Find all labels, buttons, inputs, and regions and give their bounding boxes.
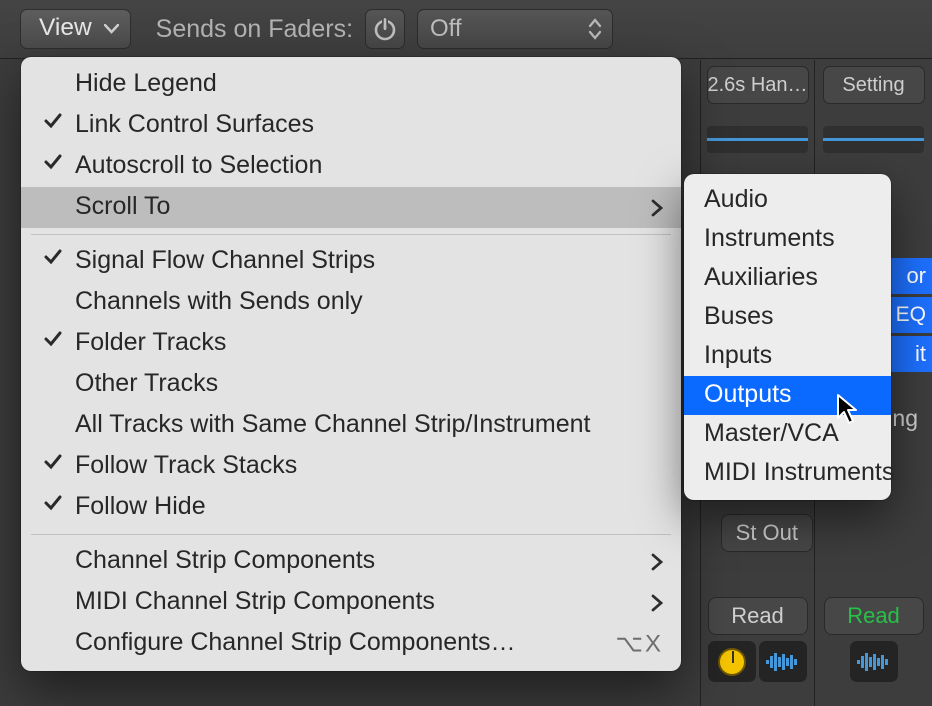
waveform-icon bbox=[766, 652, 800, 672]
menu-item-label: MIDI Channel Strip Components bbox=[75, 587, 435, 616]
output-button[interactable]: St Out bbox=[721, 514, 813, 552]
menu-item-label: Follow Track Stacks bbox=[75, 451, 297, 480]
menu-item-link-control-surfaces[interactable]: Link Control Surfaces bbox=[21, 105, 681, 146]
channel-setting-button[interactable]: Setting bbox=[823, 66, 925, 104]
wave-thumb[interactable] bbox=[850, 641, 898, 682]
read-label: Read bbox=[731, 603, 784, 629]
menu-item-hide-legend[interactable]: Hide Legend bbox=[21, 64, 681, 105]
waveform-icon bbox=[857, 652, 891, 672]
automation-read-button[interactable]: Read bbox=[824, 597, 924, 635]
menu-item-signal-flow[interactable]: Signal Flow Channel Strips bbox=[21, 241, 681, 282]
submenu-item-instruments[interactable]: Instruments bbox=[684, 220, 891, 259]
menu-item-label: Link Control Surfaces bbox=[75, 110, 314, 139]
menu-item-label: All Tracks with Same Channel Strip/Instr… bbox=[75, 410, 590, 439]
menu-item-autoscroll[interactable]: Autoscroll to Selection bbox=[21, 146, 681, 187]
menu-item-label: Signal Flow Channel Strips bbox=[75, 246, 375, 275]
menu-item-midi-channel-strip-components[interactable]: MIDI Channel Strip Components bbox=[21, 582, 681, 623]
menu-item-channels-sends-only[interactable]: Channels with Sends only bbox=[21, 282, 681, 323]
sends-off-label: Off bbox=[430, 15, 462, 43]
submenu-item-master-vca[interactable]: Master/VCA bbox=[684, 415, 891, 454]
menu-separator bbox=[31, 234, 671, 235]
read-label: Read bbox=[847, 603, 900, 629]
view-menu-button[interactable]: View bbox=[20, 9, 131, 49]
menu-item-label: Channels with Sends only bbox=[75, 287, 363, 316]
menu-item-label: Hide Legend bbox=[75, 69, 217, 98]
menu-item-label: Channel Strip Components bbox=[75, 546, 375, 575]
check-icon bbox=[43, 152, 63, 172]
menu-item-configure-channel-strip[interactable]: Configure Channel Strip Components… ⌥X bbox=[21, 623, 681, 664]
menu-item-label: Autoscroll to Selection bbox=[75, 151, 322, 180]
insert-label: or bbox=[906, 263, 926, 289]
sends-off-select[interactable]: Off bbox=[417, 9, 613, 49]
check-icon bbox=[43, 247, 63, 267]
menu-item-label: Configure Channel Strip Components… bbox=[75, 628, 516, 657]
wave-thumb[interactable] bbox=[759, 641, 807, 682]
knob-icon bbox=[718, 648, 746, 676]
knob-thumb[interactable] bbox=[708, 641, 756, 682]
submenu-item-auxiliaries[interactable]: Auxiliaries bbox=[684, 259, 891, 298]
keyboard-shortcut: ⌥X bbox=[615, 629, 663, 658]
view-dropdown-menu: Hide Legend Link Control Surfaces Autosc… bbox=[21, 57, 681, 671]
submenu-item-midi-instruments[interactable]: MIDI Instruments bbox=[684, 454, 891, 493]
view-menu-label: View bbox=[39, 14, 92, 41]
truncated-text: ing bbox=[887, 405, 918, 432]
menu-item-channel-strip-components[interactable]: Channel Strip Components bbox=[21, 541, 681, 582]
chevron-right-icon bbox=[651, 553, 663, 571]
insert-label: it bbox=[915, 341, 926, 367]
right-insert-slots: or EQ it bbox=[885, 258, 932, 375]
updown-icon bbox=[588, 18, 602, 40]
insert-label: EQ bbox=[896, 303, 926, 327]
menu-item-label: Other Tracks bbox=[75, 369, 218, 398]
check-icon bbox=[43, 329, 63, 349]
power-icon bbox=[372, 16, 398, 42]
scroll-to-submenu: Audio Instruments Auxiliaries Buses Inpu… bbox=[684, 174, 891, 500]
check-icon bbox=[43, 452, 63, 472]
chevron-right-icon bbox=[651, 594, 663, 612]
submenu-item-outputs[interactable]: Outputs bbox=[684, 376, 891, 415]
menu-item-other-tracks[interactable]: Other Tracks bbox=[21, 364, 681, 405]
menu-item-follow-track-stacks[interactable]: Follow Track Stacks bbox=[21, 446, 681, 487]
menu-item-folder-tracks[interactable]: Folder Tracks bbox=[21, 323, 681, 364]
menu-item-label: Follow Hide bbox=[75, 492, 206, 521]
insert-slot[interactable]: or bbox=[885, 258, 932, 294]
menu-separator bbox=[31, 534, 671, 535]
submenu-item-inputs[interactable]: Inputs bbox=[684, 337, 891, 376]
toolbar: View Sends on Faders: Off bbox=[0, 0, 932, 59]
menu-item-follow-hide[interactable]: Follow Hide bbox=[21, 487, 681, 528]
check-icon bbox=[43, 493, 63, 513]
sends-on-faders-label: Sends on Faders: bbox=[156, 15, 353, 44]
insert-slot[interactable]: it bbox=[885, 336, 932, 372]
channel-setting-label: Setting bbox=[842, 74, 904, 97]
sends-power-button[interactable] bbox=[365, 9, 405, 49]
submenu-item-audio[interactable]: Audio bbox=[684, 181, 891, 220]
insert-slot[interactable]: EQ bbox=[885, 297, 932, 333]
chevron-down-icon bbox=[104, 24, 119, 34]
channel-setting-label: 2.6s Han… bbox=[707, 74, 807, 97]
check-icon bbox=[43, 111, 63, 131]
chevron-right-icon bbox=[651, 199, 663, 217]
menu-item-scroll-to[interactable]: Scroll To bbox=[21, 187, 681, 228]
menu-item-label: Folder Tracks bbox=[75, 328, 226, 357]
submenu-item-buses[interactable]: Buses bbox=[684, 298, 891, 337]
automation-read-button[interactable]: Read bbox=[708, 597, 808, 635]
menu-item-all-tracks-same[interactable]: All Tracks with Same Channel Strip/Instr… bbox=[21, 405, 681, 446]
channel-setting-button[interactable]: 2.6s Han… bbox=[707, 66, 809, 104]
menu-item-label: Scroll To bbox=[75, 192, 170, 221]
